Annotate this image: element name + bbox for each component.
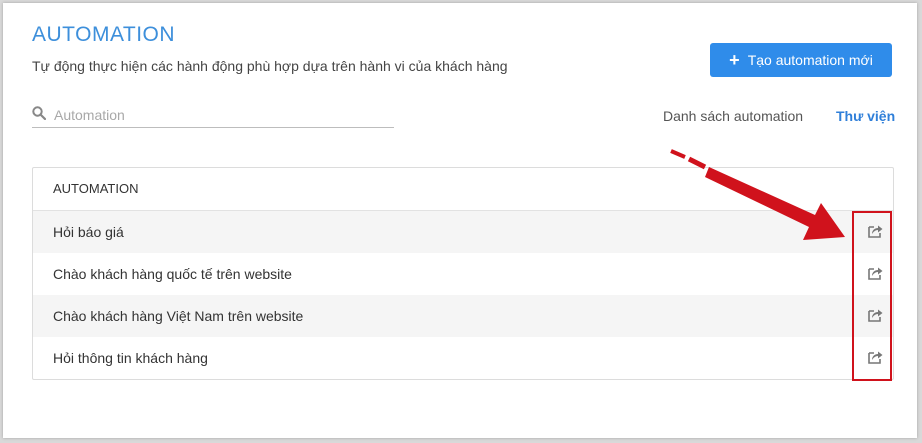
search-icon [32, 106, 46, 120]
search-input[interactable] [52, 103, 386, 127]
row-name: Chào khách hàng Việt Nam trên website [53, 308, 304, 324]
plus-icon: + [729, 50, 740, 70]
tab-automation-list[interactable]: Danh sách automation [663, 108, 803, 124]
page-subtitle: Tự động thực hiện các hành động phù hợp … [32, 58, 508, 74]
row-name: Chào khách hàng quốc tế trên website [53, 266, 292, 282]
annotation-arrow-icon [670, 149, 845, 240]
row-name: Hỏi báo giá [53, 224, 124, 240]
table-row[interactable]: Hỏi thông tin khách hàng [33, 337, 893, 379]
table-row[interactable]: Chào khách hàng Việt Nam trên website [33, 295, 893, 337]
main-panel: AUTOMATION Tự động thực hiện các hành độ… [3, 3, 917, 438]
row-name: Hỏi thông tin khách hàng [53, 350, 208, 366]
tab-library[interactable]: Thư viện [836, 108, 895, 124]
create-automation-label: Tạo automation mới [747, 52, 873, 68]
create-automation-button[interactable]: + Tạo automation mới [710, 43, 892, 77]
page-title: AUTOMATION [32, 23, 176, 46]
search-box [32, 103, 394, 128]
table-row[interactable]: Chào khách hàng quốc tế trên website [33, 253, 893, 295]
annotation-highlight-box [852, 211, 892, 381]
